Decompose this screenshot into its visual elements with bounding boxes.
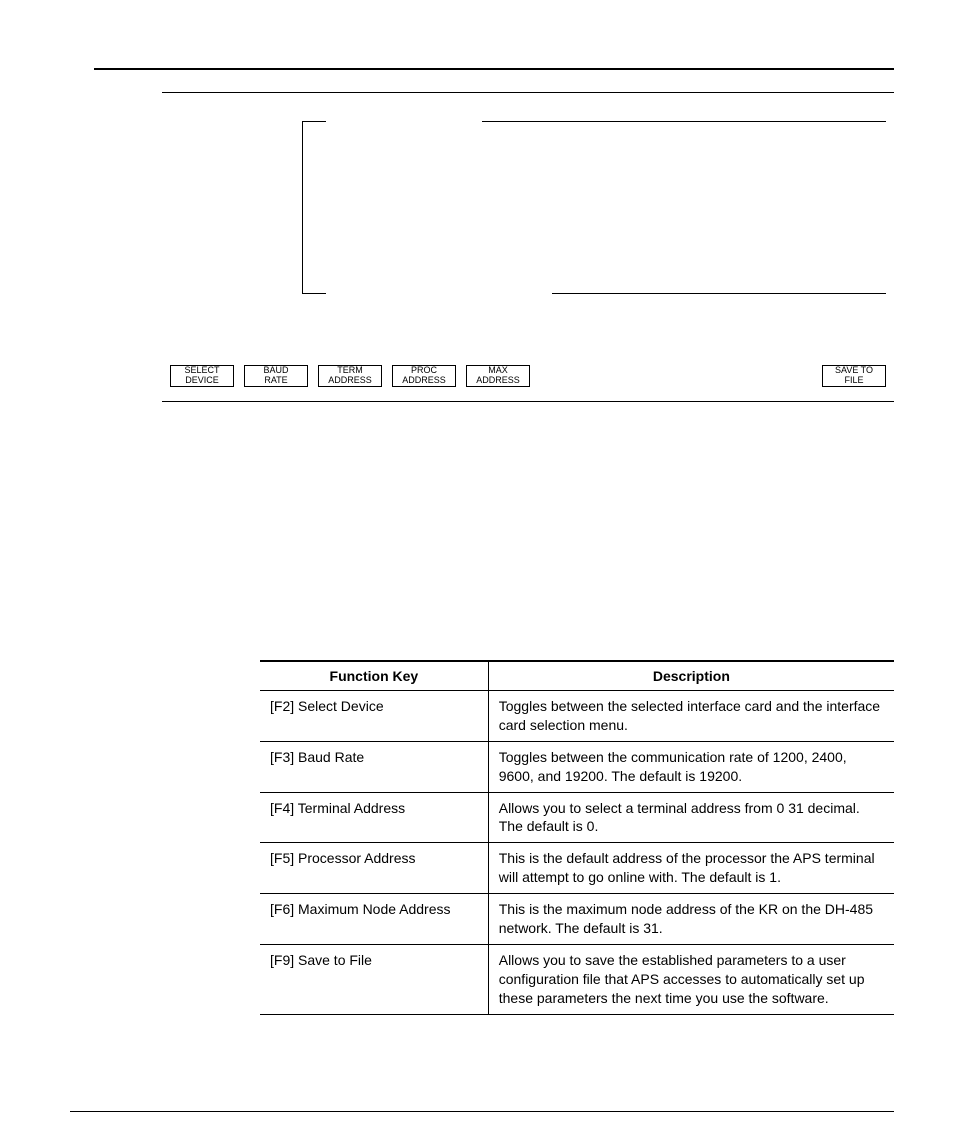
- cell-description: Allows you to save the established param…: [488, 944, 894, 1014]
- cell-function-key: [F3] Baud Rate: [260, 741, 488, 792]
- terminal-panel: SELECT DEVICE BAUD RATE TERM ADDRESS PRO…: [162, 92, 894, 402]
- table-row: [F4] Terminal Address Allows you to sele…: [260, 792, 894, 843]
- page: SELECT DEVICE BAUD RATE TERM ADDRESS PRO…: [0, 0, 954, 1145]
- fkey-save-to-file[interactable]: SAVE TO FILE: [822, 365, 886, 387]
- fkey-label-line2: ADDRESS: [476, 376, 520, 386]
- inner-frame-segment: [302, 121, 326, 122]
- header-description: Description: [488, 661, 894, 691]
- inner-frame-segment: [552, 293, 886, 294]
- function-key-table: Function Key Description [F2] Select Dev…: [260, 660, 894, 1015]
- table-row: [F2] Select Device Toggles between the s…: [260, 691, 894, 742]
- cell-function-key: [F4] Terminal Address: [260, 792, 488, 843]
- inner-frame-segment: [302, 121, 303, 293]
- cell-description: Toggles between the communication rate o…: [488, 741, 894, 792]
- table-row: [F9] Save to File Allows you to save the…: [260, 944, 894, 1014]
- cell-function-key: [F2] Select Device: [260, 691, 488, 742]
- cell-description: This is the default address of the proce…: [488, 843, 894, 894]
- fkey-select-device[interactable]: SELECT DEVICE: [170, 365, 234, 387]
- section-rule-top: [94, 68, 894, 70]
- fkey-label-line2: RATE: [264, 376, 287, 386]
- fkey-gap: [540, 365, 812, 387]
- cell-description: Toggles between the selected interface c…: [488, 691, 894, 742]
- fkey-label-line2: FILE: [844, 376, 863, 386]
- fkey-term-address[interactable]: TERM ADDRESS: [318, 365, 382, 387]
- table-row: [F3] Baud Rate Toggles between the commu…: [260, 741, 894, 792]
- cell-description: This is the maximum node address of the …: [488, 894, 894, 945]
- cell-description: Allows you to select a terminal address …: [488, 792, 894, 843]
- inner-frame-segment: [482, 121, 886, 122]
- fkey-label-line2: ADDRESS: [402, 376, 446, 386]
- fkey-proc-address[interactable]: PROC ADDRESS: [392, 365, 456, 387]
- cell-function-key: [F5] Processor Address: [260, 843, 488, 894]
- fkey-label-line2: DEVICE: [185, 376, 219, 386]
- inner-frame-segment: [302, 293, 326, 294]
- fkey-baud-rate[interactable]: BAUD RATE: [244, 365, 308, 387]
- fkey-max-address[interactable]: MAX ADDRESS: [466, 365, 530, 387]
- table-row: [F5] Processor Address This is the defau…: [260, 843, 894, 894]
- fkey-row: SELECT DEVICE BAUD RATE TERM ADDRESS PRO…: [170, 365, 886, 387]
- cell-function-key: [F9] Save to File: [260, 944, 488, 1014]
- cell-function-key: [F6] Maximum Node Address: [260, 894, 488, 945]
- header-function-key: Function Key: [260, 661, 488, 691]
- fkey-label-line2: ADDRESS: [328, 376, 372, 386]
- table-header-row: Function Key Description: [260, 661, 894, 691]
- table-row: [F6] Maximum Node Address This is the ma…: [260, 894, 894, 945]
- section-rule-bottom: [70, 1111, 894, 1112]
